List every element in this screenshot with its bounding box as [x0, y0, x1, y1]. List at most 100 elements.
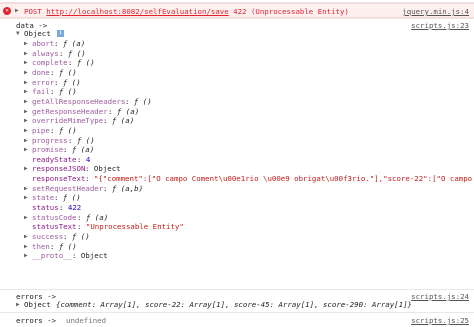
- property-key: setRequestHeader: [32, 183, 104, 193]
- property-separator: :: [50, 125, 59, 135]
- expand-triangle-icon[interactable]: ▶: [24, 116, 28, 125]
- property-value-wrap: : ƒ (): [68, 58, 95, 67]
- property-row[interactable]: ▶ setRequestHeader: ƒ (a,b): [0, 184, 474, 193]
- expand-triangle-icon[interactable]: ▶: [24, 68, 28, 77]
- property-row[interactable]: ▶ __proto__: Object: [0, 251, 474, 260]
- property-separator: :: [108, 106, 117, 116]
- property-value: "Unprocessable Entity": [85, 222, 184, 232]
- property-separator: :: [68, 135, 77, 145]
- property-separator: :: [103, 116, 112, 126]
- log-value: undefined: [66, 316, 107, 325]
- console-log-errors-undefined: errors -> undefined scripts.js:25: [0, 312, 474, 327]
- log-source-link[interactable]: scripts.js:25: [411, 316, 469, 325]
- error-message: POST http://localhost:8082/selfEvaluatio…: [24, 7, 349, 16]
- property-row: readyState: 4: [0, 155, 474, 164]
- property-separator: :: [77, 212, 86, 222]
- expand-triangle-icon[interactable]: ▶: [24, 107, 28, 116]
- error-url-link[interactable]: http://localhost:8082/selfEvaluation/sav…: [46, 7, 228, 16]
- log-label: errors ->: [16, 316, 57, 325]
- property-row[interactable]: ▶ overrideMimeType: ƒ (a): [0, 116, 474, 125]
- property-row[interactable]: ▶ then: ƒ (): [0, 242, 474, 251]
- property-row[interactable]: ▶ success: ƒ (): [0, 232, 474, 241]
- property-key: pipe: [32, 125, 50, 135]
- object-label: Object: [24, 300, 51, 309]
- property-key: state: [32, 193, 55, 203]
- property-value: 4: [85, 154, 91, 164]
- expand-triangle-icon[interactable]: ▶: [24, 242, 28, 251]
- expand-triangle-icon[interactable]: ▶: [24, 97, 28, 106]
- property-value-wrap: : Object: [72, 251, 108, 260]
- expand-triangle-icon[interactable]: ▶: [16, 300, 20, 309]
- property-row[interactable]: ▶ state: ƒ (): [0, 193, 474, 202]
- property-separator: :: [54, 39, 63, 48]
- property-separator: :: [77, 154, 86, 164]
- property-row[interactable]: ▶ done: ƒ (): [0, 68, 474, 77]
- property-key: always: [32, 48, 59, 58]
- property-row[interactable]: ▶ error: ƒ (): [0, 78, 474, 87]
- property-row[interactable]: ▶ fail: ƒ (): [0, 87, 474, 96]
- property-row[interactable]: ▶ getAllResponseHeaders: ƒ (): [0, 97, 474, 106]
- property-row[interactable]: ▶ getResponseHeader: ƒ (a): [0, 107, 474, 116]
- property-row[interactable]: ▶ abort: ƒ (a): [0, 39, 474, 48]
- property-row[interactable]: ▶ promise: ƒ (a): [0, 145, 474, 154]
- object-tree-header[interactable]: ▼ Object i: [0, 29, 474, 38]
- property-row[interactable]: ▶ statusCode: ƒ (a): [0, 213, 474, 222]
- property-value-wrap: : ƒ (a): [108, 107, 139, 116]
- error-icon: ✕: [3, 7, 11, 15]
- expand-triangle-icon[interactable]: ▶: [24, 58, 28, 67]
- property-key: fail: [32, 87, 50, 97]
- property-value: ƒ (a): [71, 145, 95, 155]
- expand-triangle-icon[interactable]: ▶: [24, 232, 28, 241]
- expand-triangle-icon[interactable]: ▶: [15, 7, 19, 14]
- property-value-wrap: : ƒ (): [59, 49, 86, 58]
- property-row[interactable]: ▶ complete: ƒ (): [0, 58, 474, 67]
- property-value-wrap: : ƒ (): [50, 126, 77, 135]
- property-value: ƒ (a): [62, 39, 86, 48]
- property-value: ƒ (): [58, 241, 77, 251]
- collapse-triangle-icon[interactable]: ▼: [16, 29, 20, 38]
- expand-triangle-icon[interactable]: ▶: [24, 164, 28, 173]
- property-key: success: [32, 232, 64, 241]
- property-value-wrap: : Object: [85, 164, 121, 173]
- property-key: statusCode: [32, 212, 77, 222]
- property-key: complete: [32, 58, 68, 68]
- error-method: POST: [24, 7, 42, 16]
- property-value: ƒ (a): [111, 116, 135, 126]
- expand-triangle-icon[interactable]: ▶: [24, 213, 28, 222]
- property-key: overrideMimeType: [32, 116, 104, 126]
- property-row[interactable]: ▶ always: ƒ (): [0, 49, 474, 58]
- property-row[interactable]: ▶ progress: ƒ (): [0, 136, 474, 145]
- expand-triangle-icon[interactable]: ▶: [24, 136, 28, 145]
- property-key: status: [32, 203, 59, 213]
- property-value: ƒ (): [62, 77, 81, 87]
- expand-triangle-icon[interactable]: ▶: [24, 126, 28, 135]
- property-row[interactable]: ▶ responseJSON: Object: [0, 164, 474, 173]
- expand-triangle-icon[interactable]: ▶: [24, 193, 28, 202]
- network-error-row[interactable]: ✕ ▶ POST http://localhost:8082/selfEvalu…: [0, 3, 474, 18]
- property-value-wrap: : ƒ (): [125, 97, 152, 106]
- property-key: statusText: [32, 222, 77, 232]
- info-icon[interactable]: i: [57, 30, 64, 37]
- property-separator: :: [50, 241, 59, 251]
- property-key: __proto__: [32, 251, 73, 261]
- property-row: responseText: "{"comment":["O campo Come…: [0, 174, 474, 183]
- expand-triangle-icon[interactable]: ▶: [24, 145, 28, 154]
- expand-triangle-icon[interactable]: ▶: [24, 78, 28, 87]
- property-value-wrap: : ƒ (a): [63, 145, 94, 154]
- property-value: ƒ (): [62, 193, 81, 203]
- property-separator: :: [85, 174, 94, 184]
- error-source-link[interactable]: jquery.min.js:4: [402, 7, 469, 16]
- errors-object-preview[interactable]: ▶ Object {comment: Array[1], score-22: A…: [0, 300, 474, 309]
- property-key: done: [32, 67, 50, 77]
- property-separator: :: [54, 193, 63, 203]
- expand-triangle-icon[interactable]: ▶: [24, 87, 28, 96]
- property-key: error: [32, 77, 55, 87]
- expand-triangle-icon[interactable]: ▶: [24, 184, 28, 193]
- error-status: 422 (Unprocessable Entity): [233, 7, 349, 16]
- property-key: getResponseHeader: [32, 106, 108, 116]
- property-row[interactable]: ▶ pipe: ƒ (): [0, 126, 474, 135]
- expand-triangle-icon[interactable]: ▶: [24, 251, 28, 260]
- expand-triangle-icon[interactable]: ▶: [24, 49, 28, 58]
- property-value-wrap: : ƒ (a): [54, 39, 85, 48]
- expand-triangle-icon[interactable]: ▶: [24, 39, 28, 48]
